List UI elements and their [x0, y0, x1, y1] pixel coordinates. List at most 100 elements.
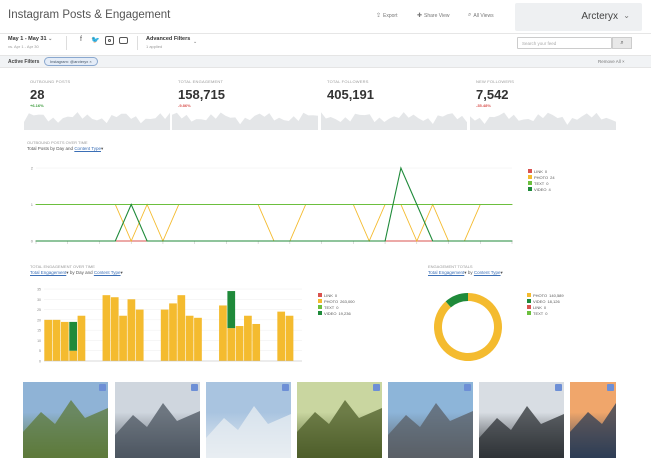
photo-mountain-shape	[479, 406, 564, 458]
filter-chip[interactable]: Instagram: @arcteryx ×	[44, 57, 98, 66]
posts-by-label: by Day and	[50, 146, 74, 151]
photo-snow-range[interactable]	[206, 382, 291, 458]
photo-alpine-meadow[interactable]	[23, 382, 108, 458]
metric-value: 405,191	[327, 87, 374, 102]
legend-item[interactable]: VIDEO 19,236	[318, 310, 355, 316]
total-engagement-link[interactable]: Total Engagement	[428, 270, 464, 275]
photo-mountain-shape	[388, 403, 473, 458]
legend-swatch	[527, 293, 531, 297]
legend-swatch	[528, 181, 532, 185]
advanced-filters-button[interactable]: Advanced Filters	[146, 36, 190, 42]
bar-photo	[44, 319, 53, 361]
photo-mountain-shape	[206, 406, 291, 458]
legend-value: 0	[543, 304, 547, 310]
page-title: Instagram Posts & Engagement	[8, 9, 171, 21]
post-type-icon	[99, 384, 106, 391]
bar-photo	[285, 315, 294, 361]
legend-swatch	[318, 299, 322, 303]
photo-forest-path[interactable]	[297, 382, 382, 458]
chevron-down-icon: ▾	[500, 270, 503, 275]
data-point	[35, 204, 37, 205]
remove-all-button[interactable]: Remove All ×	[598, 59, 625, 64]
content-type-link[interactable]: Content Type	[74, 146, 101, 151]
data-point	[432, 204, 434, 205]
post-type-icon	[464, 384, 471, 391]
photo-snowy-cliff[interactable]	[479, 382, 564, 458]
data-point	[178, 204, 180, 205]
data-point	[241, 240, 243, 242]
legend-item[interactable]: VIDEO 4	[528, 186, 555, 192]
legend-item[interactable]: TEXT 0	[527, 310, 564, 316]
legend-item[interactable]: PHOTO 263,000	[318, 298, 355, 304]
metric-label: Outbound Posts	[30, 79, 71, 84]
legend-name: PHOTO	[533, 292, 548, 298]
search-input[interactable]: Search your feed	[517, 37, 612, 49]
share-icon: ✚	[417, 13, 423, 19]
y-tick-label: 1	[31, 202, 34, 207]
data-point	[448, 240, 450, 242]
close-icon[interactable]: ×	[89, 59, 91, 64]
all-views-button[interactable]: ⌕ All Views	[468, 12, 494, 19]
data-point	[67, 204, 69, 205]
post-type-icon	[282, 384, 289, 391]
y-tick-label: 0	[39, 360, 41, 364]
data-point	[273, 240, 275, 242]
divider	[66, 36, 67, 50]
legend-name: TEXT	[324, 304, 335, 310]
account-switcher[interactable]: Arcteryx ⌄	[515, 3, 642, 31]
advanced-filters-count: 1 applied	[146, 44, 163, 49]
data-point	[463, 204, 465, 205]
data-point	[479, 204, 481, 205]
bar-photo	[160, 309, 169, 361]
metric-value: 28	[30, 87, 45, 102]
data-point	[463, 240, 465, 242]
chevron-down-icon: ▾	[66, 270, 69, 275]
twitter-icon[interactable]: 🐦	[91, 36, 100, 44]
y-tick-label: 35	[37, 288, 41, 292]
data-point	[130, 204, 132, 205]
bar-photo	[127, 299, 136, 361]
youtube-icon[interactable]	[119, 37, 128, 44]
y-tick-label: 20	[37, 318, 41, 322]
totals-by-label: by	[467, 270, 473, 275]
share-view-button[interactable]: ✚ Share View	[417, 12, 450, 20]
bar-photo	[219, 305, 227, 361]
all-views-label: All Views	[473, 12, 494, 19]
legend-value: 24	[550, 174, 555, 180]
content-type-link[interactable]: Content Type	[94, 270, 121, 275]
data-point	[400, 240, 402, 242]
legend-swatch	[318, 311, 322, 315]
total-engagement-link[interactable]: Total Engagement	[30, 270, 66, 275]
search-icon: ⌕	[620, 40, 624, 46]
photo-mountain-shape	[115, 403, 200, 458]
legend-name: VIDEO	[324, 310, 337, 316]
legend-swatch	[528, 175, 532, 179]
divider	[137, 36, 138, 50]
photo-climber-rest[interactable]	[388, 382, 473, 458]
posts-chart-subtitle: Total Posts by Day and Content Type▾	[27, 146, 103, 152]
chevron-down-icon[interactable]: ⌄	[193, 39, 197, 45]
bar-photo	[194, 317, 202, 361]
mountain-silhouette	[23, 400, 108, 458]
instagram-icon[interactable]	[105, 36, 114, 45]
data-point	[384, 240, 386, 242]
photo-rocky-peak[interactable]	[115, 382, 200, 458]
legend-item[interactable]: VIDEO 18,126	[527, 298, 564, 304]
search-button[interactable]: ⌕	[612, 37, 632, 49]
date-range-picker[interactable]: May 1 - May 31 ⌄	[8, 36, 52, 42]
content-type-link[interactable]: Content Type	[474, 270, 501, 275]
legend-swatch	[318, 293, 322, 297]
photo-mountain-shape	[23, 400, 108, 458]
legend-value: 0	[545, 310, 548, 316]
photo-sunset-lake[interactable]	[570, 382, 616, 458]
data-point	[400, 167, 402, 169]
facebook-icon[interactable]: f	[80, 36, 82, 43]
totals-chart-title: Engagement Totals	[428, 264, 473, 269]
data-point	[83, 240, 85, 242]
legend-value: 0	[544, 168, 548, 174]
legend-item[interactable]: PHOTO 140,589	[527, 292, 564, 298]
metric-value: 158,715	[178, 87, 225, 102]
export-button[interactable]: ⇪ Export	[376, 12, 397, 20]
legend-swatch	[527, 311, 531, 315]
data-point	[352, 240, 354, 242]
